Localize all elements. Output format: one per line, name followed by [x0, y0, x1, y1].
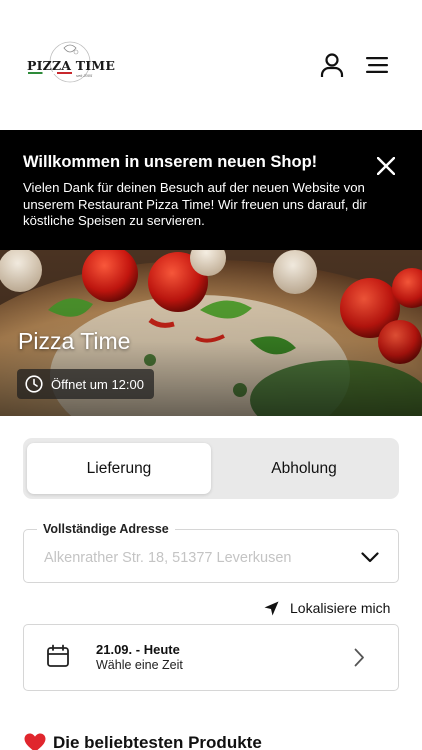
logo-flag-stripe — [28, 72, 72, 74]
welcome-banner: Willkommen in unserem neuen Shop! Vielen… — [0, 130, 422, 250]
locate-me-button[interactable]: Lokalisiere mich — [264, 598, 390, 618]
logo-text: PIZZA TIME — [27, 58, 116, 73]
address-input[interactable]: Alkenrather Str. 18, 51377 Leverkusen — [44, 550, 291, 566]
restaurant-name: Pizza Time — [18, 328, 131, 354]
restaurant-logo[interactable]: PIZZA TIME seit 2005 — [24, 40, 115, 90]
tab-delivery[interactable]: Lieferung — [27, 443, 211, 494]
account-button[interactable] — [317, 50, 347, 80]
menu-button[interactable] — [362, 50, 392, 80]
chevron-right-icon — [354, 648, 365, 672]
logo-subtitle: seit 2005 — [76, 73, 93, 78]
popular-products-title: Die beliebtesten Produkte — [53, 733, 262, 750]
header: PIZZA TIME seit 2005 — [0, 0, 422, 130]
locate-me-label: Lokalisiere mich — [290, 600, 391, 616]
choose-time-label: Wähle eine Zeit — [96, 658, 183, 672]
menu-icon — [366, 57, 388, 73]
banner-title: Willkommen in unserem neuen Shop! — [23, 153, 318, 171]
banner-text: Vielen Dank für deinen Besuch auf der ne… — [23, 180, 367, 228]
time-selector[interactable] — [23, 624, 399, 691]
location-arrow-icon — [264, 601, 279, 616]
heart-icon — [24, 733, 46, 750]
selected-date: 21.09. - Heute — [96, 642, 180, 657]
calendar-icon — [46, 644, 70, 673]
close-icon — [377, 157, 395, 175]
chevron-down-icon[interactable] — [358, 547, 382, 567]
address-label: Vollständige Adresse — [37, 522, 175, 536]
user-icon — [320, 53, 344, 77]
tab-pickup[interactable]: Abholung — [212, 443, 396, 494]
popular-products-heading: Die beliebtesten Produkte — [24, 731, 262, 750]
clock-icon — [25, 375, 43, 393]
opening-status-badge: Öffnet um 12:00 — [17, 369, 154, 399]
banner-close-button[interactable] — [372, 152, 400, 180]
opening-time-text: Öffnet um 12:00 — [51, 376, 144, 392]
order-mode-toggle: Lieferung Abholung — [23, 438, 399, 499]
